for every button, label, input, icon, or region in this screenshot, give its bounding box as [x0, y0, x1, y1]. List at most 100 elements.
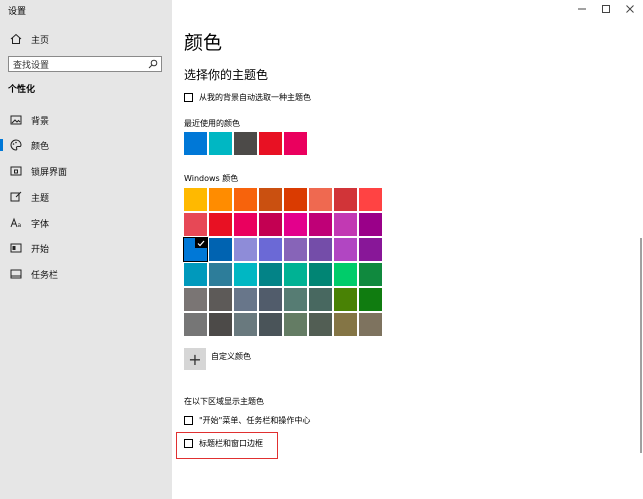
- start-taskbar-checkbox-row[interactable]: "开始"菜单、任务栏和操作中心: [184, 415, 310, 426]
- windows-color-swatch[interactable]: [284, 288, 307, 311]
- sidebar-item-taskbar[interactable]: 任务栏: [0, 263, 172, 285]
- sidebar-item-label: 字体: [31, 219, 50, 230]
- windows-color-swatch[interactable]: [284, 188, 307, 211]
- lockscreen-icon: [9, 164, 23, 178]
- windows-color-swatch[interactable]: [259, 288, 282, 311]
- windows-color-swatch[interactable]: [359, 238, 382, 261]
- scrollbar[interactable]: [640, 238, 642, 453]
- sidebar-item-colors[interactable]: 颜色: [0, 134, 172, 156]
- image-icon: [9, 113, 23, 127]
- windows-color-swatch[interactable]: [183, 237, 208, 262]
- sidebar-item-home[interactable]: 主页: [0, 28, 172, 50]
- taskbar-icon: [9, 267, 23, 281]
- windows-color-swatch[interactable]: [284, 263, 307, 286]
- minimize-icon[interactable]: [572, 2, 592, 16]
- windows-color-swatch[interactable]: [334, 288, 357, 311]
- windows-color-swatch[interactable]: [209, 188, 232, 211]
- windows-color-swatch[interactable]: [334, 313, 357, 336]
- windows-color-swatch[interactable]: [234, 238, 257, 261]
- recent-color-swatch[interactable]: [184, 132, 207, 155]
- sidebar-item-background[interactable]: 背景: [0, 109, 172, 131]
- sidebar-item-label: 锁屏界面: [31, 167, 68, 178]
- sidebar: 设置 主页 查找设置 个性化 背景 颜色 锁屏界面 主题 a 字体 开始 任务栏: [0, 0, 172, 499]
- windows-color-swatch[interactable]: [284, 213, 307, 236]
- windows-color-swatch[interactable]: [284, 313, 307, 336]
- windows-color-swatch[interactable]: [359, 313, 382, 336]
- windows-color-swatch[interactable]: [334, 188, 357, 211]
- recent-color-swatch[interactable]: [284, 132, 307, 155]
- windows-color-swatch[interactable]: [234, 263, 257, 286]
- sidebar-item-lockscreen[interactable]: 锁屏界面: [0, 160, 172, 182]
- windows-color-swatch[interactable]: [359, 188, 382, 211]
- sidebar-item-label: 背景: [31, 116, 50, 127]
- windows-color-swatch[interactable]: [259, 188, 282, 211]
- windows-color-swatch[interactable]: [309, 263, 332, 286]
- page-title: 颜色: [184, 32, 223, 54]
- windows-color-swatch[interactable]: [309, 213, 332, 236]
- sidebar-item-label: 开始: [31, 244, 50, 255]
- maximize-icon[interactable]: [596, 2, 616, 16]
- windows-color-swatch[interactable]: [234, 213, 257, 236]
- search-icon: [148, 59, 158, 72]
- windows-color-swatch[interactable]: [284, 238, 307, 261]
- windows-color-swatch[interactable]: [309, 313, 332, 336]
- windows-color-swatch[interactable]: [259, 313, 282, 336]
- windows-color-swatch[interactable]: [184, 263, 207, 286]
- recent-color-swatch[interactable]: [234, 132, 257, 155]
- windows-color-swatch[interactable]: [259, 263, 282, 286]
- windows-color-swatch[interactable]: [309, 238, 332, 261]
- start-taskbar-label: "开始"菜单、任务栏和操作中心: [199, 416, 311, 425]
- app-title: 设置: [8, 7, 27, 17]
- windows-color-swatch[interactable]: [334, 213, 357, 236]
- windows-color-swatch[interactable]: [184, 288, 207, 311]
- windows-color-swatch[interactable]: [209, 313, 232, 336]
- main-content: 颜色 选择你的主题色 从我的背景自动选取一种主题色 最近使用的颜色 Window…: [172, 0, 643, 499]
- recent-colors-label: 最近使用的颜色: [184, 119, 240, 128]
- svg-text:a: a: [18, 222, 22, 229]
- windows-color-swatch[interactable]: [309, 288, 332, 311]
- windows-color-swatch[interactable]: [209, 263, 232, 286]
- windows-color-swatch[interactable]: [184, 213, 207, 236]
- palette-icon: [9, 138, 23, 152]
- windows-color-swatch[interactable]: [234, 288, 257, 311]
- auto-pick-checkbox-row[interactable]: 从我的背景自动选取一种主题色: [184, 92, 311, 103]
- custom-color-label: 自定义颜色: [211, 352, 251, 361]
- recent-color-swatch[interactable]: [259, 132, 282, 155]
- search-input[interactable]: 查找设置: [8, 56, 162, 72]
- windows-color-swatch[interactable]: [259, 238, 282, 261]
- sidebar-item-label: 主题: [31, 193, 50, 204]
- windows-color-swatch[interactable]: [209, 238, 232, 261]
- windows-color-swatch[interactable]: [359, 288, 382, 311]
- start-icon: [9, 241, 23, 255]
- brush-icon: [9, 190, 23, 204]
- custom-color-button[interactable]: +: [184, 348, 206, 370]
- home-icon: [9, 32, 23, 46]
- windows-color-swatch[interactable]: [184, 313, 207, 336]
- highlight-box: [176, 432, 278, 459]
- windows-color-swatch[interactable]: [209, 213, 232, 236]
- windows-color-swatch[interactable]: [259, 213, 282, 236]
- windows-color-swatch[interactable]: [334, 238, 357, 261]
- search-placeholder: 查找设置: [13, 60, 50, 71]
- windows-color-swatch[interactable]: [234, 188, 257, 211]
- recent-color-swatch[interactable]: [209, 132, 232, 155]
- windows-color-swatch[interactable]: [334, 263, 357, 286]
- sidebar-item-label: 任务栏: [31, 270, 59, 281]
- start-taskbar-checkbox[interactable]: [184, 416, 193, 425]
- windows-color-swatch[interactable]: [234, 313, 257, 336]
- sidebar-item-fonts[interactable]: a 字体: [0, 212, 172, 234]
- sidebar-item-start[interactable]: 开始: [0, 237, 172, 259]
- windows-color-swatch[interactable]: [359, 213, 382, 236]
- close-icon[interactable]: [620, 2, 640, 16]
- accent-subtitle: 选择你的主题色: [184, 68, 269, 82]
- sidebar-item-themes[interactable]: 主题: [0, 186, 172, 208]
- windows-color-swatch[interactable]: [309, 188, 332, 211]
- windows-colors-label: Windows 颜色: [184, 174, 239, 183]
- section-title: 个性化: [8, 85, 36, 95]
- sidebar-item-label: 颜色: [31, 141, 50, 152]
- windows-color-swatch[interactable]: [184, 188, 207, 211]
- auto-pick-checkbox[interactable]: [184, 93, 193, 102]
- windows-color-swatch[interactable]: [359, 263, 382, 286]
- checkmark-icon: [195, 238, 207, 248]
- windows-color-swatch[interactable]: [209, 288, 232, 311]
